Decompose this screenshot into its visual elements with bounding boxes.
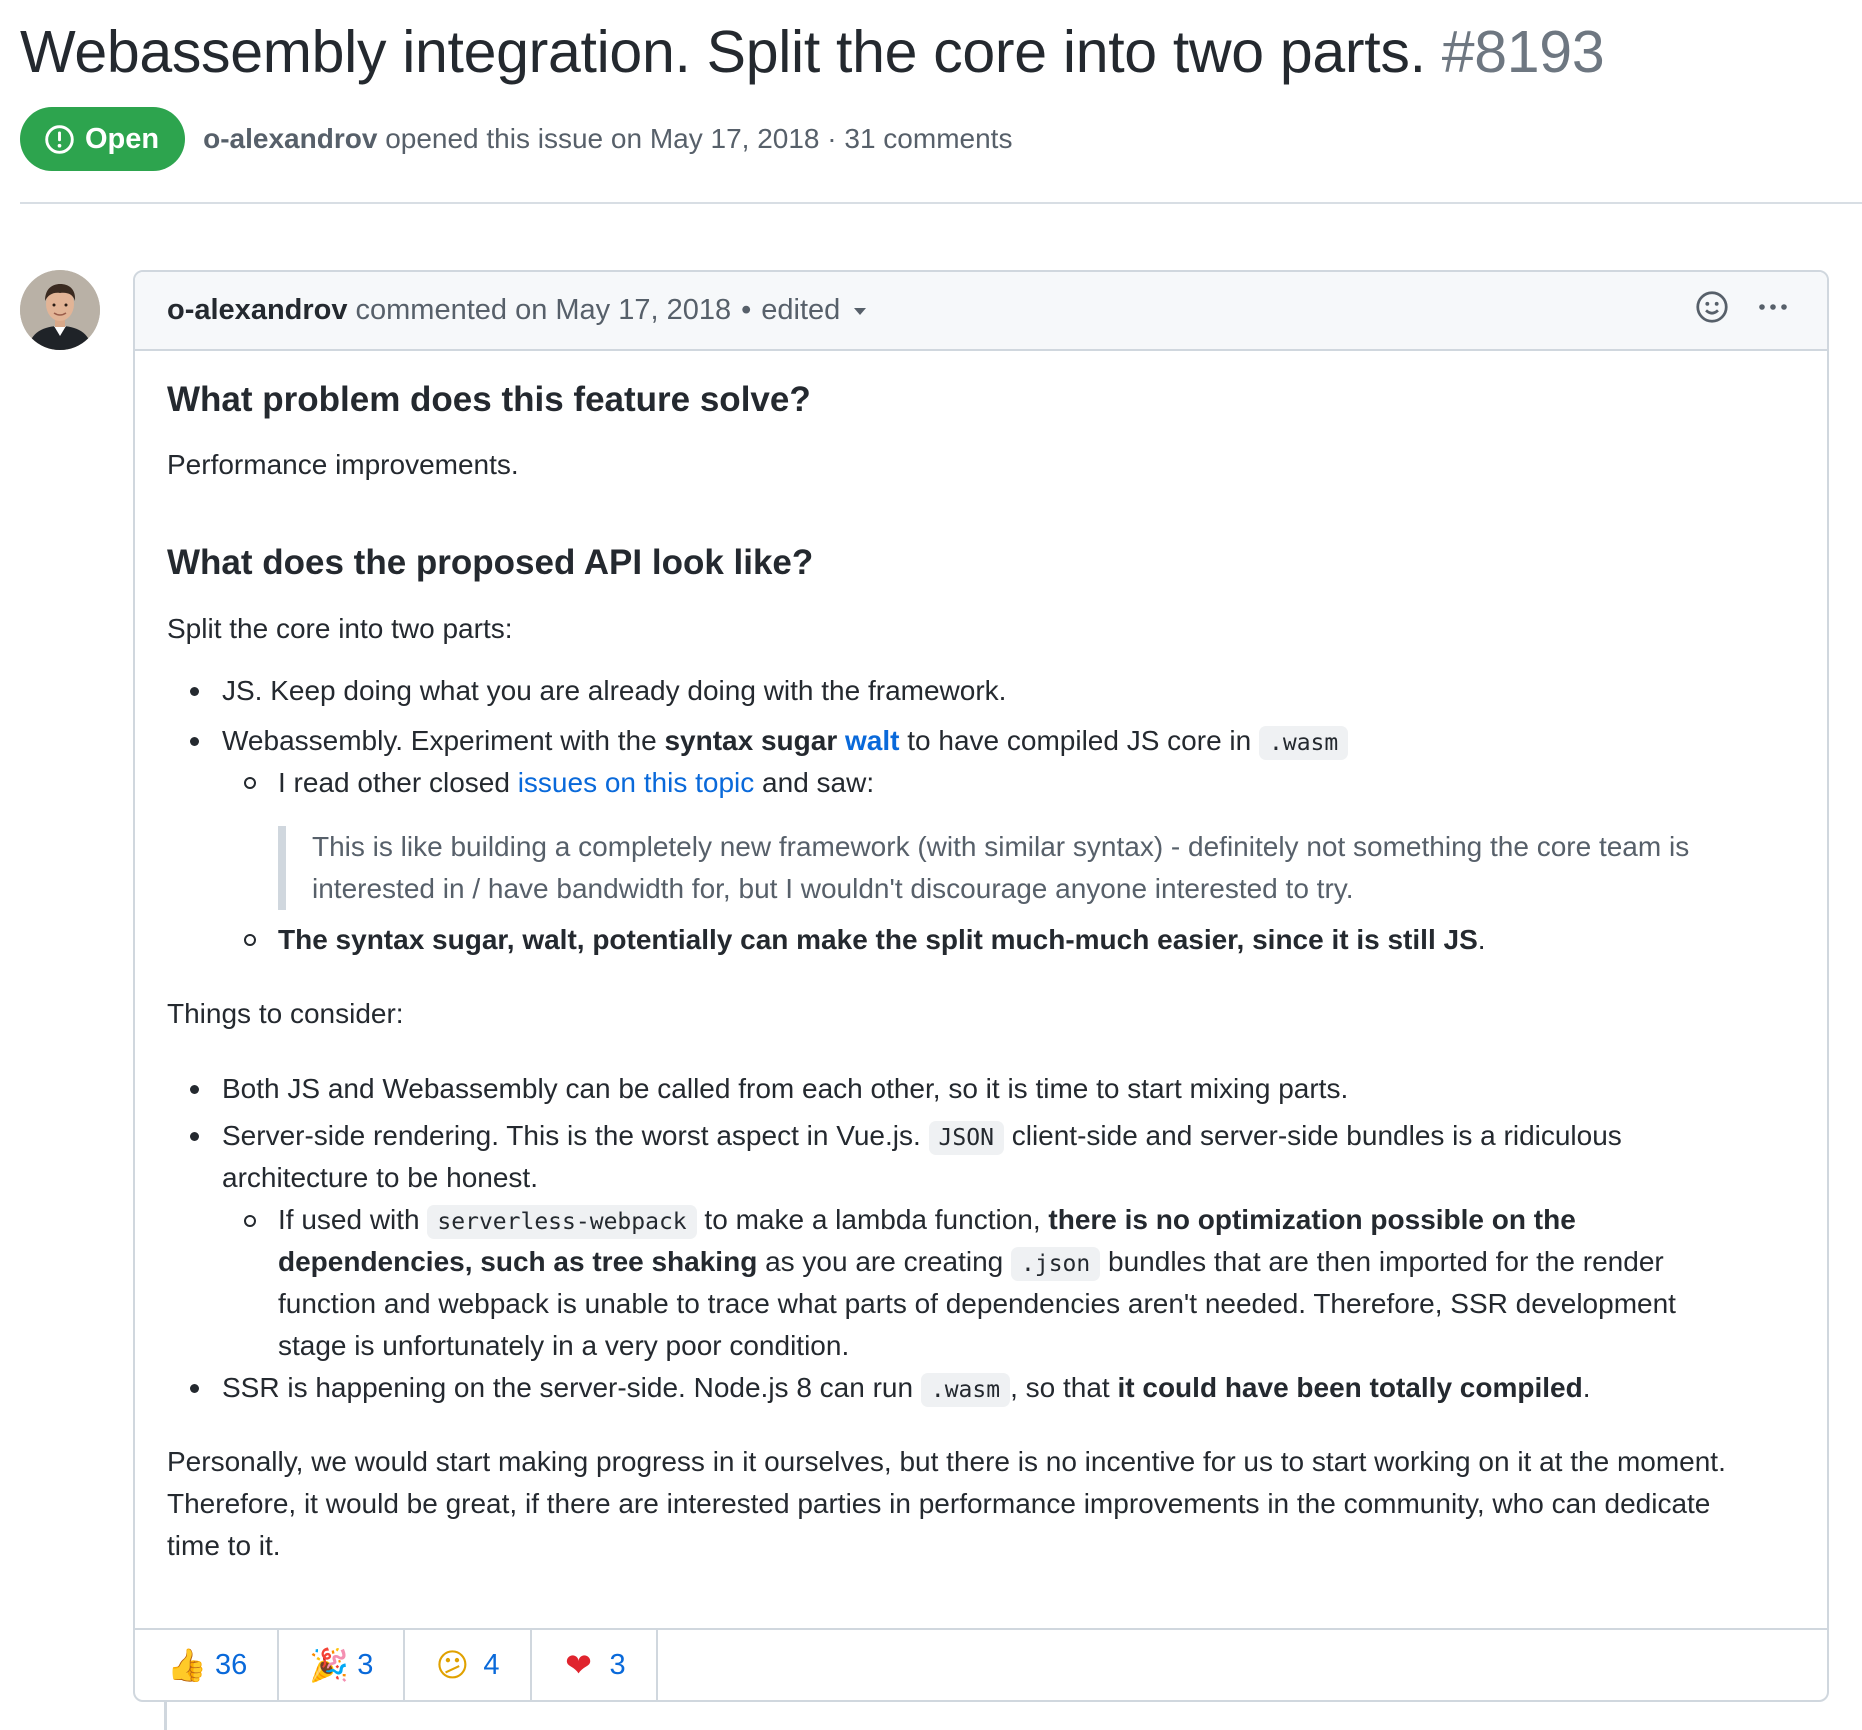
list-item-continuation: dependencies, such as tree shaking as yo… (278, 1241, 1664, 1285)
reaction-heart[interactable]: ❤ 3 (532, 1630, 658, 1700)
s1-bold-1: there is no optimization possible on the (1048, 1204, 1576, 1235)
list-item: If used with serverless-webpack to make … (278, 1199, 1576, 1243)
reaction-thumbs-up[interactable]: 👍 36 (135, 1630, 280, 1700)
s1-text-a: If used with (278, 1204, 428, 1235)
state-label: Open (85, 122, 160, 155)
paragraph-things: Things to consider: (167, 998, 404, 1029)
s1-text-d: bundles that are then imported for the r… (1100, 1246, 1664, 1277)
edited-dropdown[interactable]: edited (761, 294, 867, 327)
li2-text-c: to have compiled JS core in (899, 725, 1259, 756)
t3-end: . (1582, 1372, 1591, 1403)
sub1-text-b: and saw: (754, 767, 875, 798)
inline-code: .wasm (920, 1373, 1011, 1407)
s1-text-b: to make a lambda function, (696, 1204, 1049, 1235)
paragraph-personally-l1: Personally, we would start making progre… (167, 1446, 1726, 1477)
heading-problem: What problem does this feature solve? (167, 380, 811, 419)
edited-label: edited (761, 294, 841, 326)
bullet-ring (244, 934, 256, 946)
paragraph-personally-l2: Therefore, it would be great, if there a… (167, 1488, 1711, 1519)
bullet-dot (190, 1085, 199, 1094)
list-item: SSR is happening on the server-side. Nod… (222, 1367, 1590, 1411)
t3-text-b: , so that (1010, 1372, 1118, 1403)
sub2-end: . (1477, 924, 1486, 955)
paragraph-performance: Performance improvements. (167, 449, 519, 480)
issue-open-icon (45, 124, 74, 154)
t3-text-a: SSR is happening on the server-side. Nod… (222, 1372, 921, 1403)
reaction-count: 3 (357, 1648, 374, 1681)
list-item-continuation: architecture to be honest. (222, 1162, 538, 1193)
list-item: I read other closed issues on this topic… (278, 762, 874, 804)
inline-code: .wasm (1259, 726, 1349, 760)
t2-text-a: Server-side rendering. This is the worst… (222, 1120, 929, 1151)
list-item-continuation: function and webpack is unable to trace … (278, 1288, 1676, 1319)
list-item-continuation: stage is unfortunately in a very poor co… (278, 1330, 850, 1361)
list-item: Server-side rendering. This is the worst… (222, 1115, 1622, 1159)
thumbs-up-icon: 👍 (167, 1646, 207, 1684)
s1-bold-2: dependencies, such as tree shaking (278, 1246, 758, 1277)
s1-text-c: as you are creating (757, 1246, 1011, 1277)
paragraph-split: Split the core into two parts: (167, 613, 513, 644)
avatar[interactable] (20, 270, 100, 350)
list-item: JS. Keep doing what you are already doin… (222, 675, 1007, 706)
sub1-text-a: I read other closed (278, 767, 518, 798)
commented-date[interactable]: commented on May 17, 2018 (356, 294, 732, 327)
state-badge: Open (20, 107, 186, 171)
heart-icon: ❤ (565, 1646, 592, 1684)
more-options-icon[interactable] (1757, 290, 1789, 324)
blockquote: This is like building a completely new f… (278, 826, 1792, 910)
issue-number: #8193 (1441, 19, 1605, 85)
meta-text: o-alexandrov opened this issue on May 17… (203, 123, 1012, 155)
list-item: The syntax sugar, walt, potentially can … (278, 919, 1486, 961)
list-item: Webassembly. Experiment with the syntax … (222, 720, 1349, 764)
bullet-ring (244, 1215, 256, 1227)
heading-api: What does the proposed API look like? (167, 543, 814, 582)
reaction-count: 4 (483, 1648, 500, 1681)
comment-actions (1695, 290, 1789, 324)
opened-info: opened this issue on May 17, 2018 · 31 c… (385, 123, 1013, 154)
chevron-down-icon (854, 307, 867, 315)
separator-dot: • (741, 294, 752, 326)
sub2-bold: The syntax sugar, walt, potentially can … (278, 924, 1478, 955)
reactions-bar: 👍 36 🎉 3 😕 4 ❤ 3 (135, 1628, 1827, 1700)
add-reaction-icon[interactable] (1695, 290, 1729, 324)
issue-title-text: Webassembly integration. Split the core … (20, 19, 1426, 85)
li2-text-a: Webassembly. Experiment with the (222, 725, 665, 756)
bullet-dot (190, 1384, 199, 1393)
issue-author-link[interactable]: o-alexandrov (203, 123, 377, 154)
party-popper-icon: 🎉 (309, 1646, 350, 1684)
list-item: Both JS and Webassembly can be called fr… (222, 1073, 1349, 1104)
issue-meta: Open o-alexandrov opened this issue on M… (20, 107, 1012, 171)
bullet-dot (190, 1132, 199, 1141)
reaction-hooray[interactable]: 🎉 3 (279, 1630, 406, 1700)
inline-code: JSON (928, 1121, 1004, 1155)
li2-bold: syntax sugar (664, 725, 838, 756)
confused-face-icon: 😕 (435, 1646, 470, 1684)
t3-bold: it could have been totally compiled (1117, 1372, 1583, 1403)
reaction-confused[interactable]: 😕 4 (405, 1630, 532, 1700)
quote-line-2: interested in / have bandwidth for, but … (312, 873, 1354, 904)
quote-line-1: This is like building a completely new f… (312, 831, 1690, 862)
comment-author-link[interactable]: o-alexandrov (167, 294, 348, 327)
t2-text-b: client-side and server-side bundles is a… (1003, 1120, 1622, 1151)
bullet-dot (190, 737, 199, 746)
issue-title: Webassembly integration. Split the core … (20, 14, 1605, 90)
reaction-count: 3 (609, 1648, 626, 1681)
header-divider (20, 202, 1862, 204)
comment-box: o-alexandrov commented on May 17, 2018 •… (133, 270, 1829, 1702)
walt-link[interactable]: walt (845, 725, 899, 756)
comment-header: o-alexandrov commented on May 17, 2018 •… (135, 272, 1827, 351)
issues-link[interactable]: issues on this topic (518, 767, 755, 798)
inline-code: .json (1011, 1247, 1101, 1281)
inline-code: serverless-webpack (427, 1205, 697, 1239)
bullet-ring (244, 777, 256, 789)
paragraph-personally-l3: time to it. (167, 1530, 281, 1561)
timeline-line (164, 1700, 167, 1730)
reaction-count: 36 (215, 1648, 248, 1681)
bullet-dot (190, 687, 199, 696)
